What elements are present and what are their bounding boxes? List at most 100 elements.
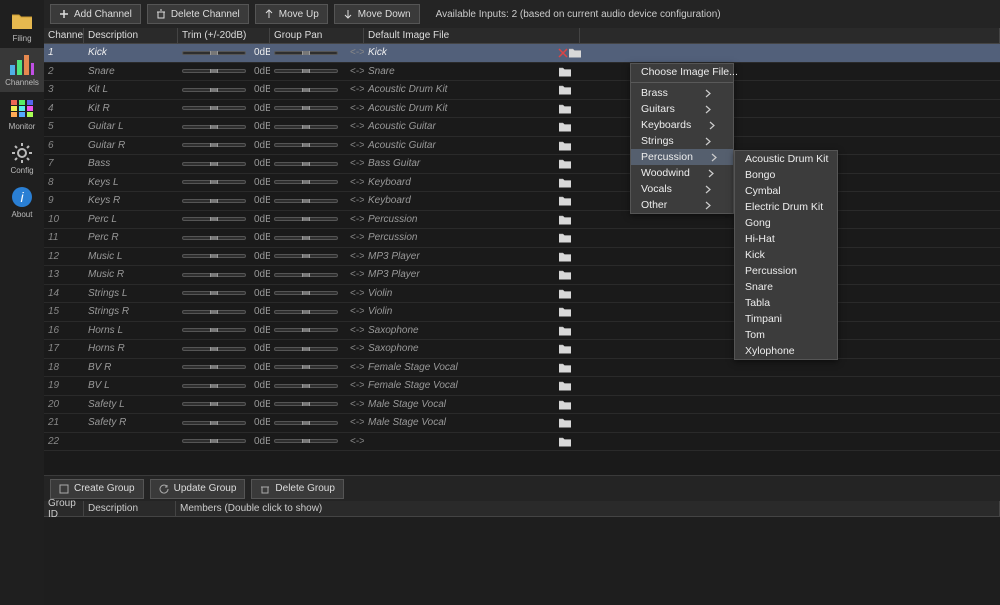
cell-image[interactable]: Kick — [364, 47, 554, 58]
cell-trim[interactable] — [178, 402, 250, 406]
browse-folder-icon[interactable] — [558, 251, 572, 262]
cell-image[interactable]: Snare — [364, 66, 554, 77]
cell-image[interactable]: MP3 Player — [364, 269, 554, 280]
sidebar-item-about[interactable]: iAbout — [0, 180, 44, 224]
cell-image[interactable]: Acoustic Guitar — [364, 121, 554, 132]
table-row[interactable]: 1Kick0dB<->Kick — [44, 44, 1000, 63]
cell-image[interactable]: Percussion — [364, 232, 554, 243]
cell-link[interactable]: <-> — [346, 436, 364, 447]
trim-slider[interactable] — [182, 143, 246, 147]
trim-slider[interactable] — [182, 421, 246, 425]
pan-slider[interactable] — [274, 365, 338, 369]
ctx-sub-xylophone[interactable]: Xylophone — [735, 343, 837, 359]
ctx-choose-image[interactable]: Choose Image File... — [631, 64, 733, 80]
browse-folder-icon[interactable] — [558, 343, 572, 354]
cell-trim[interactable] — [178, 254, 250, 258]
pan-slider[interactable] — [274, 439, 338, 443]
browse-folder-icon[interactable] — [558, 121, 572, 132]
create-group-button[interactable]: Create Group — [50, 479, 144, 499]
cell-image[interactable]: Bass Guitar — [364, 158, 554, 169]
pan-slider[interactable] — [274, 254, 338, 258]
cell-description[interactable]: Snare — [84, 66, 178, 77]
table-row[interactable]: 18BV R0dB<->Female Stage Vocal — [44, 359, 1000, 378]
ctx-category-vocals[interactable]: Vocals — [631, 181, 733, 197]
browse-folder-icon[interactable] — [558, 417, 572, 428]
cell-trim[interactable] — [178, 291, 250, 295]
cell-description[interactable]: Perc R — [84, 232, 178, 243]
cell-image[interactable]: Violin — [364, 306, 554, 317]
trim-slider[interactable] — [182, 439, 246, 443]
cell-image[interactable]: Saxophone — [364, 343, 554, 354]
table-row[interactable]: 5Guitar L0dB<->Acoustic Guitar — [44, 118, 1000, 137]
table-row[interactable]: 19BV L0dB<->Female Stage Vocal — [44, 377, 1000, 396]
ctx-category-keyboards[interactable]: Keyboards — [631, 117, 733, 133]
cell-pan[interactable] — [270, 254, 346, 258]
trim-slider[interactable] — [182, 328, 246, 332]
table-row[interactable]: 12Music L0dB<->MP3 Player — [44, 248, 1000, 267]
cell-pan[interactable] — [270, 402, 346, 406]
trim-slider[interactable] — [182, 69, 246, 73]
table-row[interactable]: 21Safety R0dB<->Male Stage Vocal — [44, 414, 1000, 433]
trim-slider[interactable] — [182, 347, 246, 351]
cell-trim[interactable] — [178, 217, 250, 221]
col-blank[interactable] — [580, 28, 1000, 43]
trim-slider[interactable] — [182, 199, 246, 203]
table-row[interactable]: 7Bass0dB<->Bass Guitar — [44, 155, 1000, 174]
cell-pan[interactable] — [270, 199, 346, 203]
cell-description[interactable]: Kit L — [84, 84, 178, 95]
browse-folder-icon[interactable] — [558, 158, 572, 169]
cell-image[interactable]: MP3 Player — [364, 251, 554, 262]
browse-folder-icon[interactable] — [558, 214, 572, 225]
ctx-sub-snare[interactable]: Snare — [735, 279, 837, 295]
cell-link[interactable]: <-> — [346, 121, 364, 132]
cell-description[interactable]: Safety R — [84, 417, 178, 428]
ctx-sub-timpani[interactable]: Timpani — [735, 311, 837, 327]
cell-description[interactable]: Music R — [84, 269, 178, 280]
trim-slider[interactable] — [182, 310, 246, 314]
cell-description[interactable]: Guitar L — [84, 121, 178, 132]
cell-trim[interactable] — [178, 328, 250, 332]
cell-pan[interactable] — [270, 236, 346, 240]
cell-pan[interactable] — [270, 125, 346, 129]
browse-folder-icon[interactable] — [558, 103, 572, 114]
trim-slider[interactable] — [182, 402, 246, 406]
pan-slider[interactable] — [274, 402, 338, 406]
pan-slider[interactable] — [274, 162, 338, 166]
browse-folder-icon[interactable] — [558, 195, 572, 206]
trim-slider[interactable] — [182, 125, 246, 129]
trim-slider[interactable] — [182, 254, 246, 258]
cell-pan[interactable] — [270, 347, 346, 351]
sidebar-item-monitor[interactable]: Monitor — [0, 92, 44, 136]
cell-pan[interactable] — [270, 88, 346, 92]
cell-trim[interactable] — [178, 273, 250, 277]
ctx-category-strings[interactable]: Strings — [631, 133, 733, 149]
cell-pan[interactable] — [270, 143, 346, 147]
gcol-desc[interactable]: Description — [84, 501, 176, 516]
cell-image[interactable]: Keyboard — [364, 195, 554, 206]
table-row[interactable]: 16Horns L0dB<->Saxophone — [44, 322, 1000, 341]
cell-image[interactable]: Male Stage Vocal — [364, 399, 554, 410]
table-row[interactable]: 8Keys L0dB<->Keyboard — [44, 174, 1000, 193]
cell-link[interactable]: <-> — [346, 214, 364, 225]
cell-pan[interactable] — [270, 162, 346, 166]
pan-slider[interactable] — [274, 310, 338, 314]
cell-image[interactable]: Female Stage Vocal — [364, 362, 554, 373]
cell-pan[interactable] — [270, 310, 346, 314]
ctx-category-guitars[interactable]: Guitars — [631, 101, 733, 117]
browse-folder-icon[interactable] — [568, 47, 582, 58]
ctx-sub-kick[interactable]: Kick — [735, 247, 837, 263]
ctx-category-brass[interactable]: Brass — [631, 85, 733, 101]
cell-link[interactable]: <-> — [346, 288, 364, 299]
ctx-sub-percussion[interactable]: Percussion — [735, 263, 837, 279]
cell-trim[interactable] — [178, 143, 250, 147]
ctx-sub-electric drum kit[interactable]: Electric Drum Kit — [735, 199, 837, 215]
cell-trim[interactable] — [178, 180, 250, 184]
pan-slider[interactable] — [274, 291, 338, 295]
cell-image[interactable]: Male Stage Vocal — [364, 417, 554, 428]
col-description[interactable]: Description — [84, 28, 178, 43]
browse-folder-icon[interactable] — [558, 436, 572, 447]
cell-link[interactable]: <-> — [346, 251, 364, 262]
cell-description[interactable]: Bass — [84, 158, 178, 169]
pan-slider[interactable] — [274, 51, 338, 55]
trim-slider[interactable] — [182, 88, 246, 92]
